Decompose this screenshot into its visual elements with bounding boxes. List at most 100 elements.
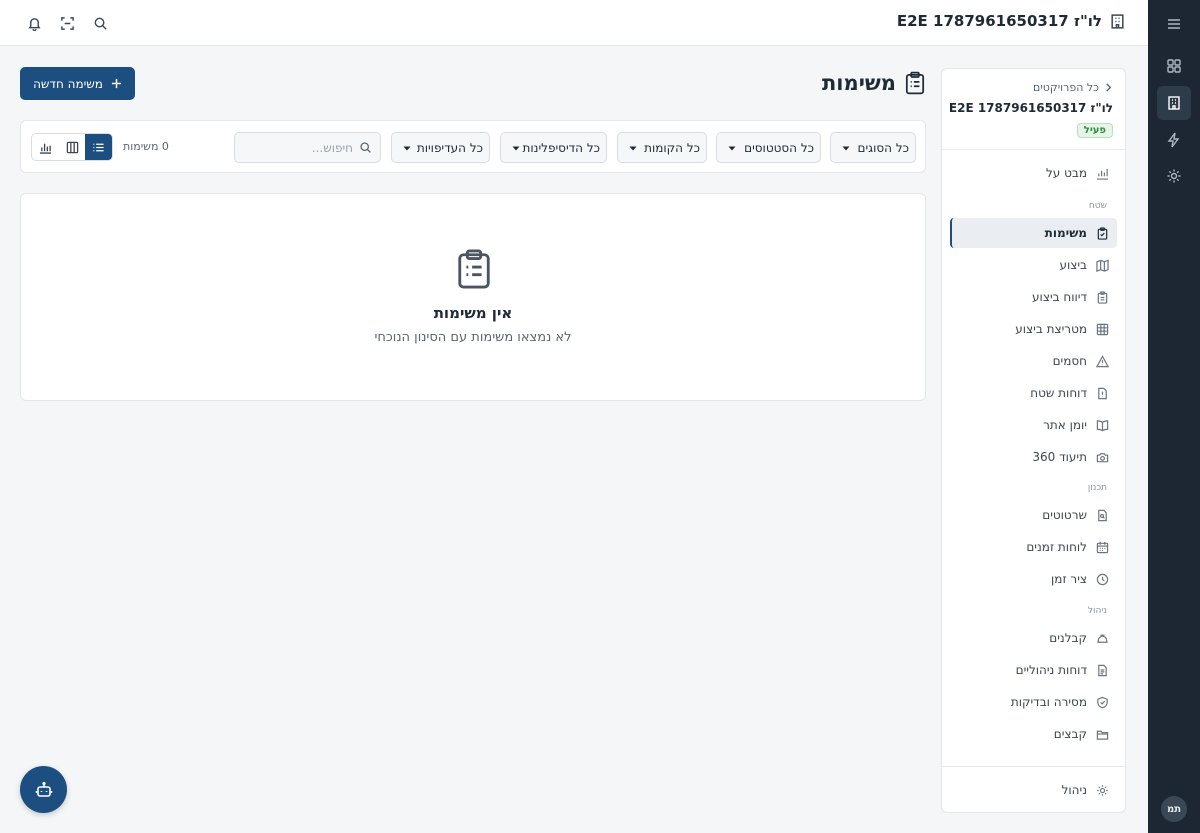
map-icon (1095, 258, 1109, 272)
table-icon (1095, 322, 1109, 336)
new-task-button[interactable]: משימה חדשה (20, 67, 135, 100)
sidebar-item-drawings[interactable]: שרטוטים (950, 500, 1117, 530)
chevron-down-icon (628, 143, 638, 153)
sidebar-item-handover[interactable]: מסירה ובדיקות (950, 687, 1117, 717)
camera-icon (1095, 450, 1109, 464)
view-toggle (31, 133, 113, 161)
filter-type-select[interactable]: כל הסוגים (830, 132, 916, 163)
search-box (234, 132, 381, 163)
clipboard-list-icon (1095, 290, 1109, 304)
plus-icon (111, 78, 122, 89)
sidebar-item-site-log[interactable]: יומן אתר (950, 410, 1117, 440)
sidebar-item-label: חסמים (1052, 354, 1087, 368)
board-view-icon[interactable] (59, 134, 86, 160)
back-to-projects-link[interactable]: כל הפרויקטים (1033, 81, 1113, 94)
sidebar-item-label: מסירה ובדיקות (1010, 695, 1087, 709)
bolt-icon[interactable] (1157, 123, 1191, 157)
chevron-down-icon (402, 143, 412, 153)
sidebar-item-label: קבצים (1053, 727, 1087, 741)
sidebar-item-files[interactable]: קבצים (950, 719, 1117, 749)
chevron-down-icon (511, 143, 521, 153)
building-icon[interactable] (1157, 86, 1191, 120)
project-title-text: E2E לו"ז 1787961650317 (896, 12, 1102, 30)
new-task-label: משימה חדשה (33, 76, 103, 91)
file-alert-icon (1095, 386, 1109, 400)
back-to-projects-label: כל הפרויקטים (1033, 81, 1099, 94)
chevron-down-icon (841, 143, 851, 153)
sidebar-item-label: דוחות ניהוליים (1015, 663, 1087, 677)
file-search-icon (1095, 508, 1109, 522)
sidebar-item-admin[interactable]: ניהול (950, 775, 1117, 805)
sidebar-item-tasks[interactable]: משימות (950, 218, 1117, 248)
sidebar-item-overview[interactable]: מבט על (950, 158, 1117, 188)
sidebar-item-label: שרטוטים (1042, 508, 1087, 522)
sidebar-item-360-docs[interactable]: תיעוד 360 (950, 442, 1117, 472)
search-icon[interactable] (90, 13, 110, 33)
filter-type-label: כל הסוגים (857, 140, 909, 155)
chevron-right-icon (1104, 83, 1113, 92)
sidebar-item-label: ציר זמן (1051, 572, 1087, 586)
task-count: 0 משימות (123, 140, 169, 153)
file-text-icon (1095, 663, 1109, 677)
filter-discipline-label: כל הדיסיפלינות (522, 140, 600, 155)
filter-floor-label: כל הקומות (644, 140, 700, 155)
list-view-icon[interactable] (85, 134, 112, 160)
chart-view-icon[interactable] (32, 134, 59, 160)
sidebar-item-contractors[interactable]: קבלנים (950, 623, 1117, 653)
filter-discipline-select[interactable]: כל הדיסיפלינות (500, 132, 607, 163)
sidebar-item-label: מטריצת ביצוע (1015, 322, 1087, 336)
sidebar-item-label: דוחות שטח (1030, 386, 1087, 400)
section-label-planning: תכנון (1087, 483, 1107, 493)
gear-icon[interactable] (1157, 159, 1191, 193)
assistant-button[interactable] (20, 766, 67, 813)
search-icon (359, 141, 372, 154)
gear-icon (1095, 783, 1109, 797)
sidebar-item-label: לוחות זמנים (1026, 540, 1087, 554)
sidebar-item-label: יומן אתר (1043, 418, 1087, 432)
sidebar-item-label: תיעוד 360 (1032, 450, 1087, 464)
sidebar-item-label: ניהול (1061, 783, 1087, 797)
sidebar-item-label: מבט על (1045, 166, 1087, 180)
clipboard-list-icon (904, 71, 926, 95)
divider (942, 766, 1125, 767)
sidebar-item-schedules[interactable]: לוחות זמנים (950, 532, 1117, 562)
filter-floor-select[interactable]: כל הקומות (617, 132, 707, 163)
empty-state-title: אין משימות (433, 304, 513, 322)
sidebar-item-timeline[interactable]: ציר זמן (950, 564, 1117, 594)
filter-bar: כל הסוגים כל הסטטוסים כל הקומות כל הדיסי… (20, 120, 926, 173)
warning-icon (1095, 354, 1109, 368)
hardhat-icon (1095, 631, 1109, 645)
sidebar-item-execution-report[interactable]: דיווח ביצוע (950, 282, 1117, 312)
filter-status-label: כל הסטטוסים (744, 140, 814, 155)
avatar[interactable]: תמ (1161, 796, 1187, 822)
sidebar-item-label: משימות (1044, 226, 1087, 240)
grid-icon[interactable] (1157, 49, 1191, 83)
sidebar-item-label: דיווח ביצוע (1032, 290, 1087, 304)
building-icon (1109, 13, 1126, 30)
filter-status-select[interactable]: כל הסטטוסים (716, 132, 821, 163)
status-badge: פעיל (1076, 123, 1113, 138)
sidebar-item-label: ביצוע (1059, 258, 1087, 272)
scan-icon[interactable] (57, 13, 77, 33)
chart-icon (1095, 166, 1109, 180)
search-input[interactable] (243, 140, 353, 155)
bell-icon[interactable] (24, 13, 44, 33)
empty-state-subtitle: לא נמצאו משימות עם הסינון הנוכחי (374, 330, 572, 345)
page-title: משימות (822, 71, 926, 95)
folder-icon (1095, 727, 1109, 741)
sidebar-item-execution[interactable]: ביצוע (950, 250, 1117, 280)
divider (942, 149, 1125, 150)
menu-icon[interactable] (1157, 7, 1191, 41)
page-title-text: משימות (821, 71, 896, 95)
sidebar-item-blockers[interactable]: חסמים (950, 346, 1117, 376)
filter-priority-label: כל העדיפויות (416, 140, 483, 155)
clipboard-icon (1095, 226, 1109, 240)
sidebar-item-management-reports[interactable]: דוחות ניהוליים (950, 655, 1117, 685)
robot-icon (35, 781, 53, 799)
sidebar-item-execution-matrix[interactable]: מטריצת ביצוע (950, 314, 1117, 344)
sidebar-item-field-reports[interactable]: דוחות שטח (950, 378, 1117, 408)
section-label-field: שטח (1088, 201, 1107, 211)
section-label-management: ניהול (1087, 606, 1107, 616)
filter-priority-select[interactable]: כל העדיפויות (391, 132, 490, 163)
clipboard-list-icon (455, 248, 493, 290)
